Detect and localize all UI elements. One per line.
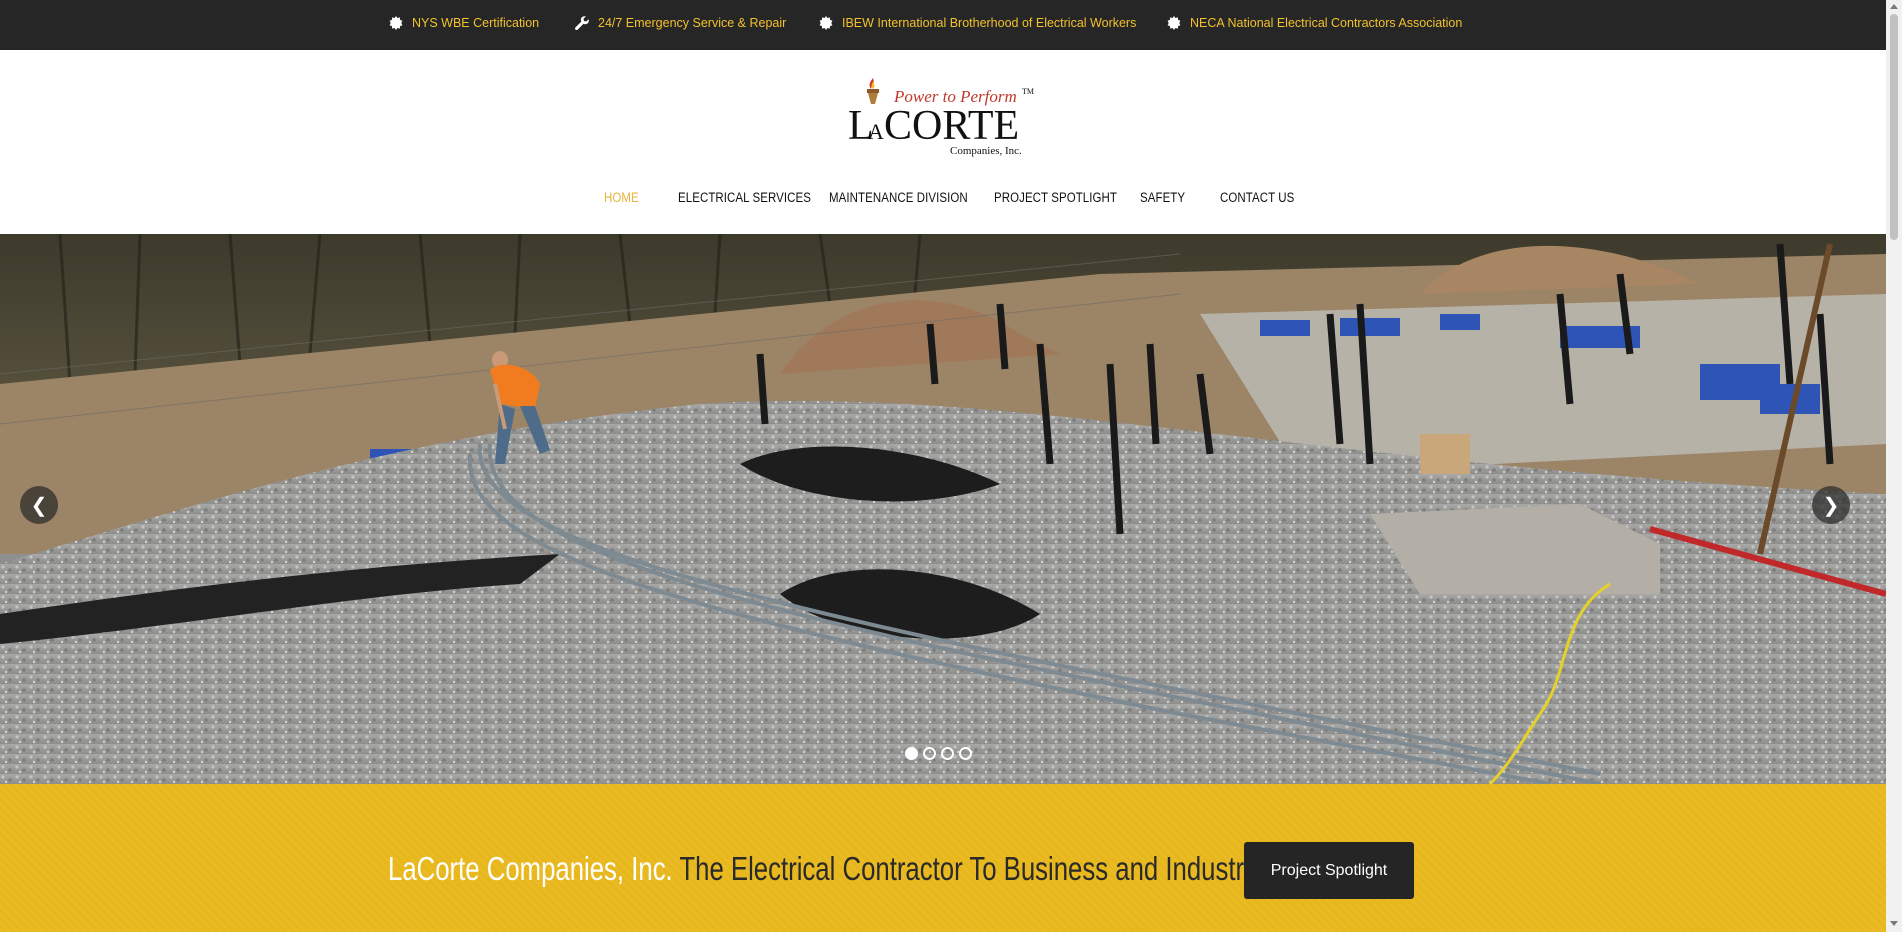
- scroll-up-icon[interactable]: [1890, 4, 1898, 9]
- nav-project-spotlight[interactable]: PROJECT SPOTLIGHT: [994, 190, 1117, 205]
- slider-dot-4[interactable]: [959, 747, 972, 760]
- hero-slider: ❮ ❯: [0, 234, 1886, 784]
- topbar-item-wbe: NYS WBE Certification: [388, 0, 539, 46]
- topbar-item-neca: NECA National Electrical Contractors Ass…: [1166, 0, 1462, 46]
- topbar-label: NECA National Electrical Contractors Ass…: [1190, 16, 1463, 30]
- nav-maintenance-division[interactable]: MAINTENANCE DIVISION: [829, 190, 968, 205]
- logo-name: CORTE: [884, 103, 1019, 149]
- slider-next-button[interactable]: ❯: [1812, 486, 1850, 524]
- site-header: Power to Perform TM L A CORTE Companies,…: [0, 50, 1886, 234]
- nav-electrical-services[interactable]: ELECTRICAL SERVICES: [678, 190, 811, 205]
- hero-image: [0, 234, 1886, 784]
- cta-band: LaCorte Companies, Inc. The Electrical C…: [0, 784, 1886, 932]
- topbar-label: 24/7 Emergency Service & Repair: [598, 16, 787, 30]
- chevron-right-icon: ❯: [1822, 494, 1840, 517]
- badge-icon: [819, 16, 833, 30]
- nav-safety[interactable]: SAFETY: [1140, 190, 1185, 205]
- slider-dot-2[interactable]: [923, 747, 936, 760]
- tagline-text: The Electrical Contractor To Business an…: [679, 850, 1257, 887]
- badge-icon: [1167, 16, 1181, 30]
- tagline-brand: LaCorte Companies, Inc.: [388, 850, 673, 887]
- wrench-icon: [575, 16, 589, 31]
- tagline: LaCorte Companies, Inc. The Electrical C…: [388, 850, 1257, 888]
- page-scrollbar[interactable]: [1886, 0, 1902, 932]
- main-nav: HOME ELECTRICAL SERVICES MAINTENANCE DIV…: [0, 190, 1886, 210]
- nav-contact-us[interactable]: CONTACT US: [1220, 190, 1294, 205]
- top-info-bar: NYS WBE Certification 24/7 Emergency Ser…: [0, 0, 1886, 50]
- scroll-down-icon[interactable]: [1890, 921, 1898, 926]
- logo-letter-a: A: [868, 119, 884, 144]
- topbar-label: IBEW International Brotherhood of Electr…: [842, 16, 1137, 30]
- scroll-thumb[interactable]: [1890, 14, 1898, 240]
- slider-dot-3[interactable]: [941, 747, 954, 760]
- topbar-item-ibew: IBEW International Brotherhood of Electr…: [818, 0, 1136, 46]
- nav-home[interactable]: HOME: [604, 190, 639, 205]
- slider-prev-button[interactable]: ❮: [20, 486, 58, 524]
- logo-subtitle: Companies, Inc.: [950, 145, 1022, 157]
- badge-icon: [389, 16, 403, 30]
- slider-dot-1[interactable]: [905, 747, 918, 760]
- torch-icon: [867, 78, 879, 104]
- topbar-label: NYS WBE Certification: [412, 16, 540, 30]
- logo-trademark: TM: [1022, 87, 1034, 96]
- project-spotlight-button[interactable]: Project Spotlight: [1244, 842, 1414, 899]
- slider-pagination: [905, 747, 972, 760]
- chevron-left-icon: ❮: [30, 494, 48, 517]
- topbar-item-emergency: 24/7 Emergency Service & Repair: [574, 0, 786, 46]
- company-logo[interactable]: Power to Perform TM L A CORTE Companies,…: [846, 76, 1042, 160]
